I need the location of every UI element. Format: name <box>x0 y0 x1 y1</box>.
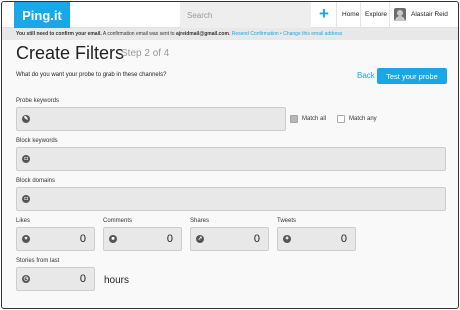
step-indicator: Step 2 of 4 <box>121 48 170 59</box>
resend-confirmation-link[interactable]: Resend Confirmation <box>232 31 279 37</box>
block-keywords-input[interactable] <box>35 151 441 167</box>
change-email-link[interactable]: Change this email address <box>283 31 342 37</box>
stories-field[interactable]: ◷ 0 <box>16 267 95 291</box>
match-any-label: Match any <box>349 116 377 122</box>
block-domains-label: Block domains <box>16 178 56 184</box>
tweets-field[interactable]: ✦ 0 <box>277 227 356 251</box>
likes-label: Likes <box>16 218 31 224</box>
shares-value[interactable]: 0 <box>254 233 260 245</box>
app-frame: Ping.it + Home Explore Alastair Reid You… <box>1 1 459 309</box>
notice-email: ajreidmail@gmail.com <box>175 31 229 37</box>
shield-icon: ◘ <box>22 155 30 163</box>
back-link[interactable]: Back <box>357 71 375 80</box>
comments-icon: ■ <box>109 235 117 243</box>
likes-field[interactable]: ♥ 0 <box>16 227 95 251</box>
thumbs-up-icon: ♥ <box>22 235 30 243</box>
nav-divider <box>360 2 361 28</box>
page-question: What do you want your probe to grab in t… <box>16 72 167 78</box>
twitter-bird-icon: ✦ <box>283 235 291 243</box>
match-all-checkbox[interactable] <box>290 115 298 123</box>
comments-field[interactable]: ■ 0 <box>103 227 182 251</box>
search-input[interactable] <box>180 2 311 28</box>
probe-keywords-field[interactable]: ✎ <box>16 107 286 131</box>
likes-value[interactable]: 0 <box>80 233 86 245</box>
tweets-label: Tweets <box>277 218 297 224</box>
clock-icon: ◷ <box>22 275 30 283</box>
nav-divider <box>336 2 337 28</box>
nav-explore-link[interactable]: Explore <box>365 11 387 18</box>
test-probe-button[interactable]: Test your probe <box>377 68 447 84</box>
match-all-label: Match all <box>302 116 327 122</box>
pingit-logo[interactable]: Ping.it <box>14 2 70 28</box>
shares-label: Shares <box>190 218 210 224</box>
share-icon: ↗ <box>196 235 204 243</box>
hours-unit-label: hours <box>104 275 130 286</box>
block-keywords-label: Block keywords <box>16 138 58 144</box>
top-navbar: Ping.it + Home Explore Alastair Reid <box>2 2 458 28</box>
page-title: Create Filters <box>16 43 125 63</box>
email-confirmation-banner: You still need to confirm your email. A … <box>2 28 458 40</box>
match-any-checkbox[interactable] <box>337 115 345 123</box>
user-avatar[interactable] <box>394 8 406 21</box>
comments-value[interactable]: 0 <box>167 233 173 245</box>
user-name-link[interactable]: Alastair Reid <box>411 11 448 18</box>
nav-home-link[interactable]: Home <box>342 11 359 18</box>
notice-bold-text: You still need to confirm your email. <box>16 31 102 37</box>
probe-keywords-label: Probe keywords <box>16 98 60 104</box>
block-keywords-field[interactable]: ◘ <box>16 147 446 171</box>
tag-icon: ✎ <box>22 115 30 123</box>
block-domains-field[interactable]: ◘ <box>16 187 446 211</box>
stories-label: Stories from last <box>16 258 60 264</box>
shield-icon: ◘ <box>22 195 30 203</box>
notice-dot: . <box>228 31 231 37</box>
probe-keywords-input[interactable] <box>35 111 281 127</box>
shares-field[interactable]: ↗ 0 <box>190 227 269 251</box>
notice-text: A confirmation email was sent to <box>101 31 176 37</box>
nav-divider <box>389 2 390 28</box>
comments-label: Comments <box>103 218 133 224</box>
block-domains-input[interactable] <box>35 191 441 207</box>
tweets-value[interactable]: 0 <box>341 233 347 245</box>
add-icon[interactable]: + <box>316 4 332 24</box>
stories-value[interactable]: 0 <box>80 273 86 285</box>
